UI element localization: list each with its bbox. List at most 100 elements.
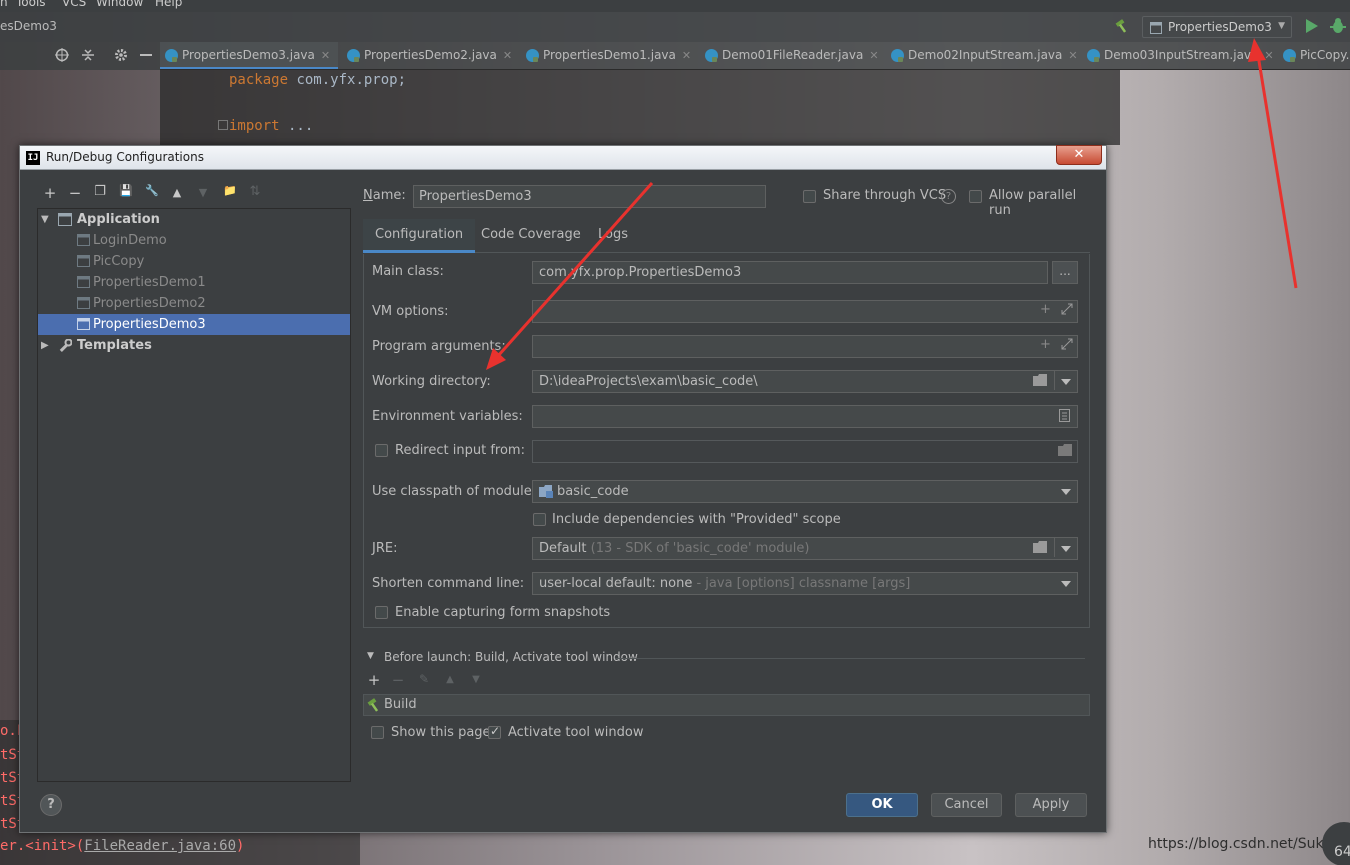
stack-trace-link[interactable]: FileReader.java:60: [84, 838, 236, 854]
code-editor[interactable]: package com.yfx.prop; import ...: [160, 70, 1120, 145]
tree-node-logindemo[interactable]: LoginDemo: [38, 230, 350, 251]
debug-icon[interactable]: [1330, 18, 1346, 34]
project-breadcrumb[interactable]: esDemo3: [0, 19, 57, 33]
add-icon[interactable]: +: [365, 671, 383, 689]
program-arguments-field[interactable]: [532, 335, 1078, 358]
move-up-icon[interactable]: ▲: [168, 186, 186, 199]
expand-arrow-icon[interactable]: ▶: [41, 335, 49, 356]
stack-trace-line: er.<init>(FileReader.java:60): [0, 838, 245, 854]
tab-configuration[interactable]: Configuration: [363, 219, 476, 253]
tree-node-propertiesdemo2[interactable]: PropertiesDemo2: [38, 293, 350, 314]
tab-code-coverage[interactable]: Code Coverage: [469, 219, 593, 253]
move-down-icon[interactable]: ▼: [467, 674, 485, 685]
dialog-title-bar[interactable]: IJ Run/Debug Configurations ✕: [20, 145, 1106, 170]
close-icon[interactable]: ✕: [869, 49, 878, 62]
vm-options-field[interactable]: [532, 300, 1078, 323]
editor-tab[interactable]: Demo01FileReader.java ✕: [700, 42, 884, 69]
menu-navigate[interactable]: n: [0, 0, 8, 9]
folder-icon[interactable]: [1033, 541, 1048, 553]
jre-field[interactable]: Default (13 - SDK of 'basic_code' module…: [532, 537, 1078, 560]
classpath-module-select[interactable]: basic_code: [532, 480, 1078, 503]
expand-icon[interactable]: [1061, 303, 1073, 315]
main-class-field[interactable]: com.yfx.prop.PropertiesDemo3: [532, 261, 1048, 284]
locate-icon[interactable]: [55, 48, 69, 62]
chevron-down-icon[interactable]: [1061, 581, 1071, 587]
editor-tab[interactable]: Demo03InputStream.java ✕: [1082, 42, 1277, 69]
menu-help[interactable]: Help: [155, 0, 182, 9]
close-icon[interactable]: ✕: [321, 49, 330, 62]
sort-icon[interactable]: ⇅: [246, 184, 264, 199]
tree-node-propertiesdemo3[interactable]: PropertiesDemo3: [38, 314, 350, 335]
move-up-icon[interactable]: ▲: [441, 674, 459, 685]
tree-node-propertiesdemo1[interactable]: PropertiesDemo1: [38, 272, 350, 293]
close-icon[interactable]: ✕: [1264, 49, 1273, 62]
browse-button[interactable]: ...: [1052, 261, 1078, 284]
redirect-input-field[interactable]: [532, 440, 1078, 463]
expand-icon[interactable]: [1061, 338, 1073, 350]
jre-label: JRE:: [372, 541, 398, 556]
remove-icon[interactable]: −: [389, 671, 407, 689]
tab-logs[interactable]: Logs: [586, 219, 640, 253]
plus-icon[interactable]: +: [1040, 337, 1051, 352]
help-button[interactable]: ?: [40, 794, 62, 816]
shorten-command-line-select[interactable]: user-local default: none - java [options…: [532, 572, 1078, 595]
before-launch-header[interactable]: ▼ Before launch: Build, Activate tool wi…: [363, 649, 1090, 669]
save-icon[interactable]: 💾: [117, 184, 135, 197]
close-button[interactable]: ✕: [1056, 145, 1102, 165]
before-launch-list[interactable]: Build: [363, 694, 1090, 716]
cancel-button[interactable]: Cancel: [931, 793, 1002, 817]
name-field[interactable]: PropertiesDemo3: [413, 185, 766, 208]
activate-tool-window-checkbox[interactable]: [488, 724, 501, 739]
editor-tab[interactable]: PropertiesDemo1.java ✕: [521, 42, 697, 69]
menu-tools[interactable]: Tools: [16, 0, 46, 9]
help-icon[interactable]: ?: [941, 189, 956, 204]
menu-vcs[interactable]: VCS: [62, 0, 86, 9]
editor-tab[interactable]: Demo02InputStream.java ✕: [886, 42, 1082, 69]
expand-arrow-icon[interactable]: ▼: [41, 209, 49, 230]
gear-icon[interactable]: [114, 48, 128, 62]
add-icon[interactable]: +: [41, 184, 59, 202]
editor-tab[interactable]: PropertiesDemo2.java ✕: [342, 42, 518, 69]
remove-icon[interactable]: −: [66, 184, 84, 202]
working-directory-field[interactable]: D:\ideaProjects\exam\basic_code\: [532, 370, 1078, 393]
apply-button[interactable]: Apply: [1015, 793, 1087, 817]
collapse-arrow-icon[interactable]: ▼: [367, 651, 374, 661]
fold-icon[interactable]: [218, 120, 228, 130]
capture-snapshots-checkbox[interactable]: [375, 606, 388, 619]
chevron-down-icon[interactable]: [1061, 546, 1071, 552]
tree-node-templates[interactable]: ▶ Templates: [38, 335, 350, 356]
close-icon[interactable]: ✕: [1068, 49, 1077, 62]
tree-node-piccopy[interactable]: PicCopy: [38, 251, 350, 272]
redirect-input-checkbox[interactable]: [375, 444, 388, 457]
wrench-icon[interactable]: 🔧: [143, 184, 161, 197]
close-icon[interactable]: ✕: [503, 49, 512, 62]
chevron-down-icon[interactable]: [1061, 489, 1071, 495]
copy-icon[interactable]: ❐: [91, 184, 109, 199]
editor-tab[interactable]: PicCopy.: [1278, 42, 1350, 69]
share-vcs-checkbox[interactable]: [803, 190, 816, 203]
allow-parallel-checkbox[interactable]: [969, 190, 982, 203]
run-configuration-selector[interactable]: PropertiesDemo3 ▼: [1142, 16, 1292, 38]
build-hammer-icon[interactable]: [1114, 18, 1130, 34]
plus-icon[interactable]: +: [1040, 302, 1051, 317]
folder-icon[interactable]: 📁: [221, 184, 239, 197]
show-page-checkbox[interactable]: [371, 726, 384, 739]
collapse-all-icon[interactable]: [81, 48, 95, 62]
folder-icon[interactable]: [1033, 374, 1048, 386]
edit-icon[interactable]: ✎: [415, 672, 433, 686]
editor-tab[interactable]: PropertiesDemo3.java ✕: [160, 42, 338, 69]
minimize-icon[interactable]: [140, 54, 152, 57]
chevron-down-icon[interactable]: [1061, 379, 1071, 385]
move-down-icon[interactable]: ▼: [194, 186, 212, 199]
environment-variables-field[interactable]: [532, 405, 1078, 428]
before-launch-item-build[interactable]: Build: [384, 697, 417, 712]
close-icon[interactable]: ✕: [682, 49, 691, 62]
run-icon[interactable]: [1306, 19, 1318, 33]
document-icon[interactable]: [1059, 409, 1070, 422]
menu-window[interactable]: Window: [96, 0, 143, 9]
include-provided-checkbox[interactable]: [533, 513, 546, 526]
ok-button[interactable]: OK: [846, 793, 918, 817]
configurations-tree[interactable]: ▼ Application LoginDemo PicCopy Properti…: [37, 208, 351, 782]
tree-node-application[interactable]: ▼ Application: [38, 209, 350, 230]
folder-icon[interactable]: [1058, 444, 1073, 456]
